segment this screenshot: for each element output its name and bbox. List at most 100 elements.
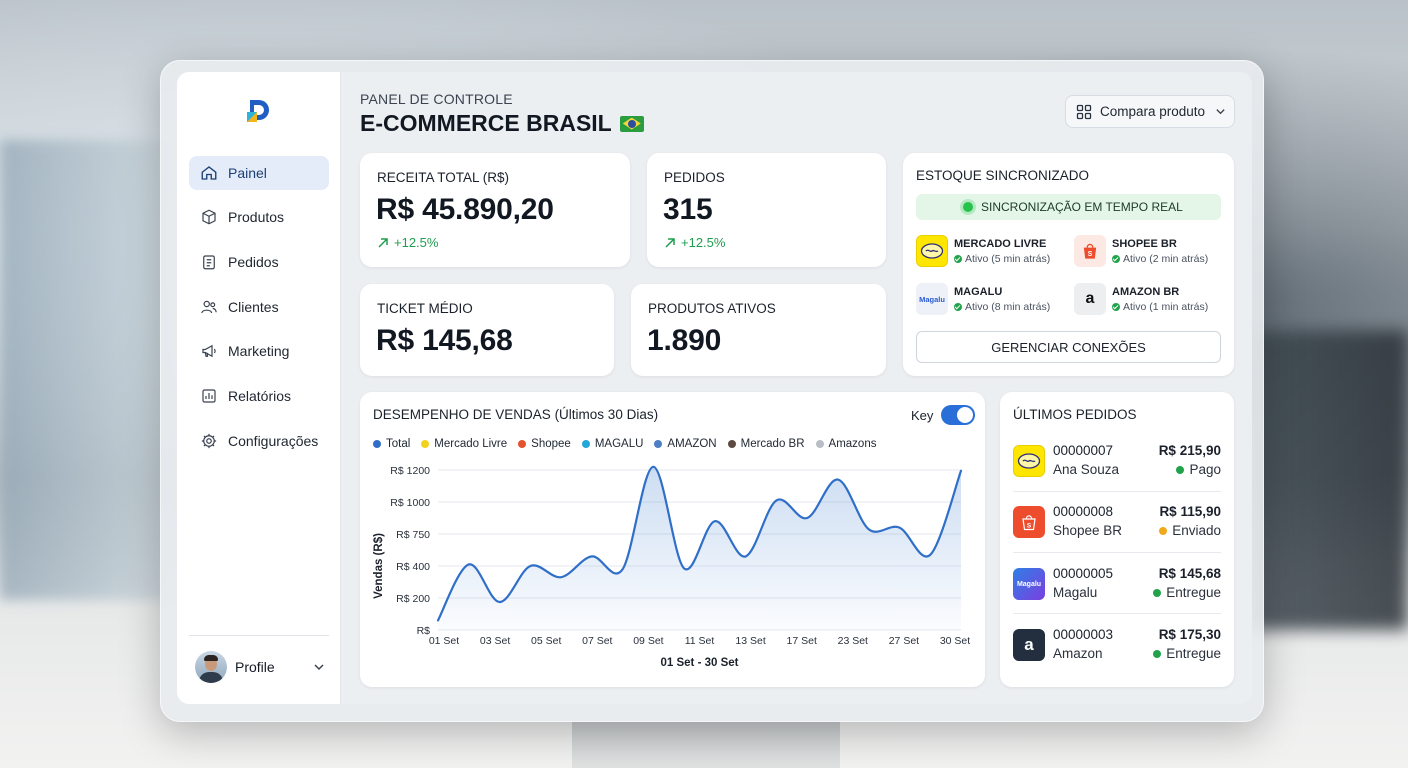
sidebar-item-label: Painel	[228, 165, 267, 181]
marketplace-name: SHOPEE BR	[1112, 237, 1177, 250]
shopee-logo-icon: S	[1074, 235, 1106, 267]
marketplace-magalu: Magalu MAGALU Ativo (8 min atrás)	[916, 283, 1050, 315]
compare-product-button[interactable]: Compara produto	[1065, 95, 1235, 128]
box-icon	[202, 209, 216, 225]
order-id: 00000005	[1053, 566, 1114, 581]
check-icon	[954, 254, 962, 263]
x-tick-label: 30 Set	[940, 635, 970, 647]
y-tick-label: R$ 750	[396, 529, 430, 541]
x-tick-label: 27 Set	[889, 635, 919, 647]
marketplace-shopee: S SHOPEE BR Ativo (2 min atrás)	[1074, 235, 1208, 267]
order-status-text: Pago	[1189, 462, 1221, 477]
legend-dot-icon	[654, 440, 663, 448]
sidebar-item-configuracoes[interactable]: Configurações	[189, 424, 329, 458]
marketplace-name: MERCADO LIVRE	[954, 237, 1047, 250]
sidebar-item-pedidos[interactable]: Pedidos	[189, 245, 329, 279]
order-id: 00000007	[1053, 443, 1114, 458]
marketplace-status-text: Ativo (2 min atrás)	[1123, 252, 1209, 265]
order-status-text: Entregue	[1166, 585, 1221, 600]
order-status: Pago	[1176, 462, 1221, 477]
profile-label: Profile	[235, 659, 275, 675]
x-tick-label: 07 Set	[582, 635, 612, 647]
trend-up-icon	[665, 237, 675, 248]
x-tick-label: 17 Set	[787, 635, 817, 647]
compare-product-label: Compara produto	[1100, 104, 1206, 119]
key-toggle-group: Key	[911, 405, 976, 425]
latest-orders-card: ÚLTIMOS PEDIDOS 00000007 Ana Souza R$ 21…	[1000, 392, 1234, 687]
stock-title: ESTOQUE SINCRONIZADO	[916, 168, 1090, 183]
order-amount: R$ 175,30	[1158, 627, 1221, 642]
marketplace-name: AMAZON BR	[1112, 285, 1180, 298]
check-icon	[1112, 254, 1120, 263]
legend-dot-icon	[373, 440, 381, 448]
chevron-down-icon	[314, 664, 324, 671]
status-dot-icon	[1176, 465, 1185, 474]
sidebar-item-clientes[interactable]: Clientes	[189, 290, 329, 324]
amazon-logo-icon: a	[1013, 629, 1045, 661]
avatar	[195, 651, 227, 683]
x-tick-label: 23 Set	[838, 635, 868, 647]
key-label: Key	[911, 407, 934, 423]
x-tick-label: 01 Set	[429, 635, 459, 647]
chart-title-suffix: (Últimos 30 Dias)	[554, 407, 659, 422]
chart-title: DESEMPENHO DE VENDAS (Últimos 30 Dias)	[373, 407, 658, 422]
order-status: Entregue	[1153, 585, 1221, 600]
order-customer: Ana Souza	[1053, 462, 1120, 477]
x-tick-label: 03 Set	[480, 635, 510, 647]
order-row[interactable]: a 00000003 Amazon R$ 175,30 Entregue	[1013, 627, 1221, 671]
magalu-logo-icon: Magalu	[916, 283, 948, 315]
kpi-delta-value: +12.5%	[681, 235, 726, 250]
sidebar-item-produtos[interactable]: Produtos	[189, 200, 329, 234]
stock-sync-card: ESTOQUE SINCRONIZADO SINCRONIZAÇÃO EM TE…	[903, 153, 1234, 376]
magalu-logo-text: Magalu	[1016, 580, 1042, 588]
mercado-livre-logo-icon	[916, 235, 948, 267]
order-customer: Shopee BR	[1053, 523, 1123, 538]
order-row[interactable]: S 00000008 Shopee BR R$ 115,90 Enviado	[1013, 504, 1221, 548]
dashboard-screen: Painel Produtos Pedidos Clientes Marketi…	[177, 72, 1252, 704]
svg-text:S: S	[1027, 522, 1032, 529]
key-toggle[interactable]	[941, 405, 976, 425]
marketplace-mercado-livre: MERCADO LIVRE Ativo (5 min atrás)	[916, 235, 1050, 267]
x-tick-label: 11 Set	[685, 635, 715, 647]
amazon-logo-text: a	[1024, 635, 1034, 654]
sidebar-item-marketing[interactable]: Marketing	[189, 334, 329, 368]
order-customer: Magalu	[1053, 585, 1098, 600]
chevron-down-icon	[1216, 109, 1225, 115]
kpi-delta: +12.5%	[377, 235, 438, 250]
kpi-card-products: PRODUTOS ATIVOS 1.890	[631, 284, 886, 376]
x-tick-label: 05 Set	[531, 635, 561, 647]
monitor-stand	[572, 722, 840, 768]
status-dot-icon	[1153, 588, 1162, 597]
mercado-livre-logo-icon	[1013, 445, 1045, 477]
order-status: Entregue	[1153, 646, 1221, 661]
sidebar-item-label: Pedidos	[228, 254, 279, 270]
manage-connections-button[interactable]: GERENCIAR CONEXÕES	[916, 331, 1221, 363]
order-status-text: Entregue	[1166, 646, 1221, 661]
kpi-label: TICKET MÉDIO	[377, 301, 473, 316]
legend-dot-icon	[581, 440, 590, 448]
page-subtitle: PANEL DE CONTROLE	[360, 91, 513, 107]
order-row[interactable]: Magalu 00000005 Magalu R$ 145,68 Entregu…	[1013, 566, 1221, 610]
grid-icon	[1076, 104, 1092, 119]
marketplace-status: Ativo (1 min atrás)	[1112, 301, 1208, 313]
sales-line-chart: R$R$ 200R$ 400R$ 750R$ 1000R$ 1200Vendas…	[373, 465, 970, 669]
sidebar-item-label: Marketing	[228, 343, 290, 359]
kpi-value: 315	[663, 193, 713, 226]
gear-icon	[201, 433, 217, 449]
clipboard-icon	[203, 255, 215, 270]
kpi-value: R$ 145,68	[376, 324, 513, 357]
kpi-card-revenue: RECEITA TOTAL (R$) R$ 45.890,20 +12.5%	[360, 153, 630, 267]
order-row[interactable]: 00000007 Ana Souza R$ 215,90 Pago	[1013, 443, 1221, 487]
y-axis-label: Vendas (R$)	[373, 533, 385, 599]
order-amount: R$ 115,90	[1159, 504, 1221, 519]
y-tick-label: R$ 400	[396, 561, 430, 573]
sidebar-divider	[189, 635, 329, 636]
sidebar-item-label: Clientes	[228, 299, 279, 315]
profile-menu[interactable]: Profile	[195, 650, 325, 684]
amazon-logo-icon: a	[1074, 283, 1106, 315]
sales-chart-card: DESEMPENHO DE VENDAS (Últimos 30 Dias) K…	[360, 392, 985, 687]
kpi-card-orders: PEDIDOS 315 +12.5%	[647, 153, 886, 267]
sidebar-item-relatorios[interactable]: Relatórios	[189, 379, 329, 413]
order-amount: R$ 215,90	[1158, 443, 1221, 458]
sidebar-item-painel[interactable]: Painel	[189, 156, 329, 190]
